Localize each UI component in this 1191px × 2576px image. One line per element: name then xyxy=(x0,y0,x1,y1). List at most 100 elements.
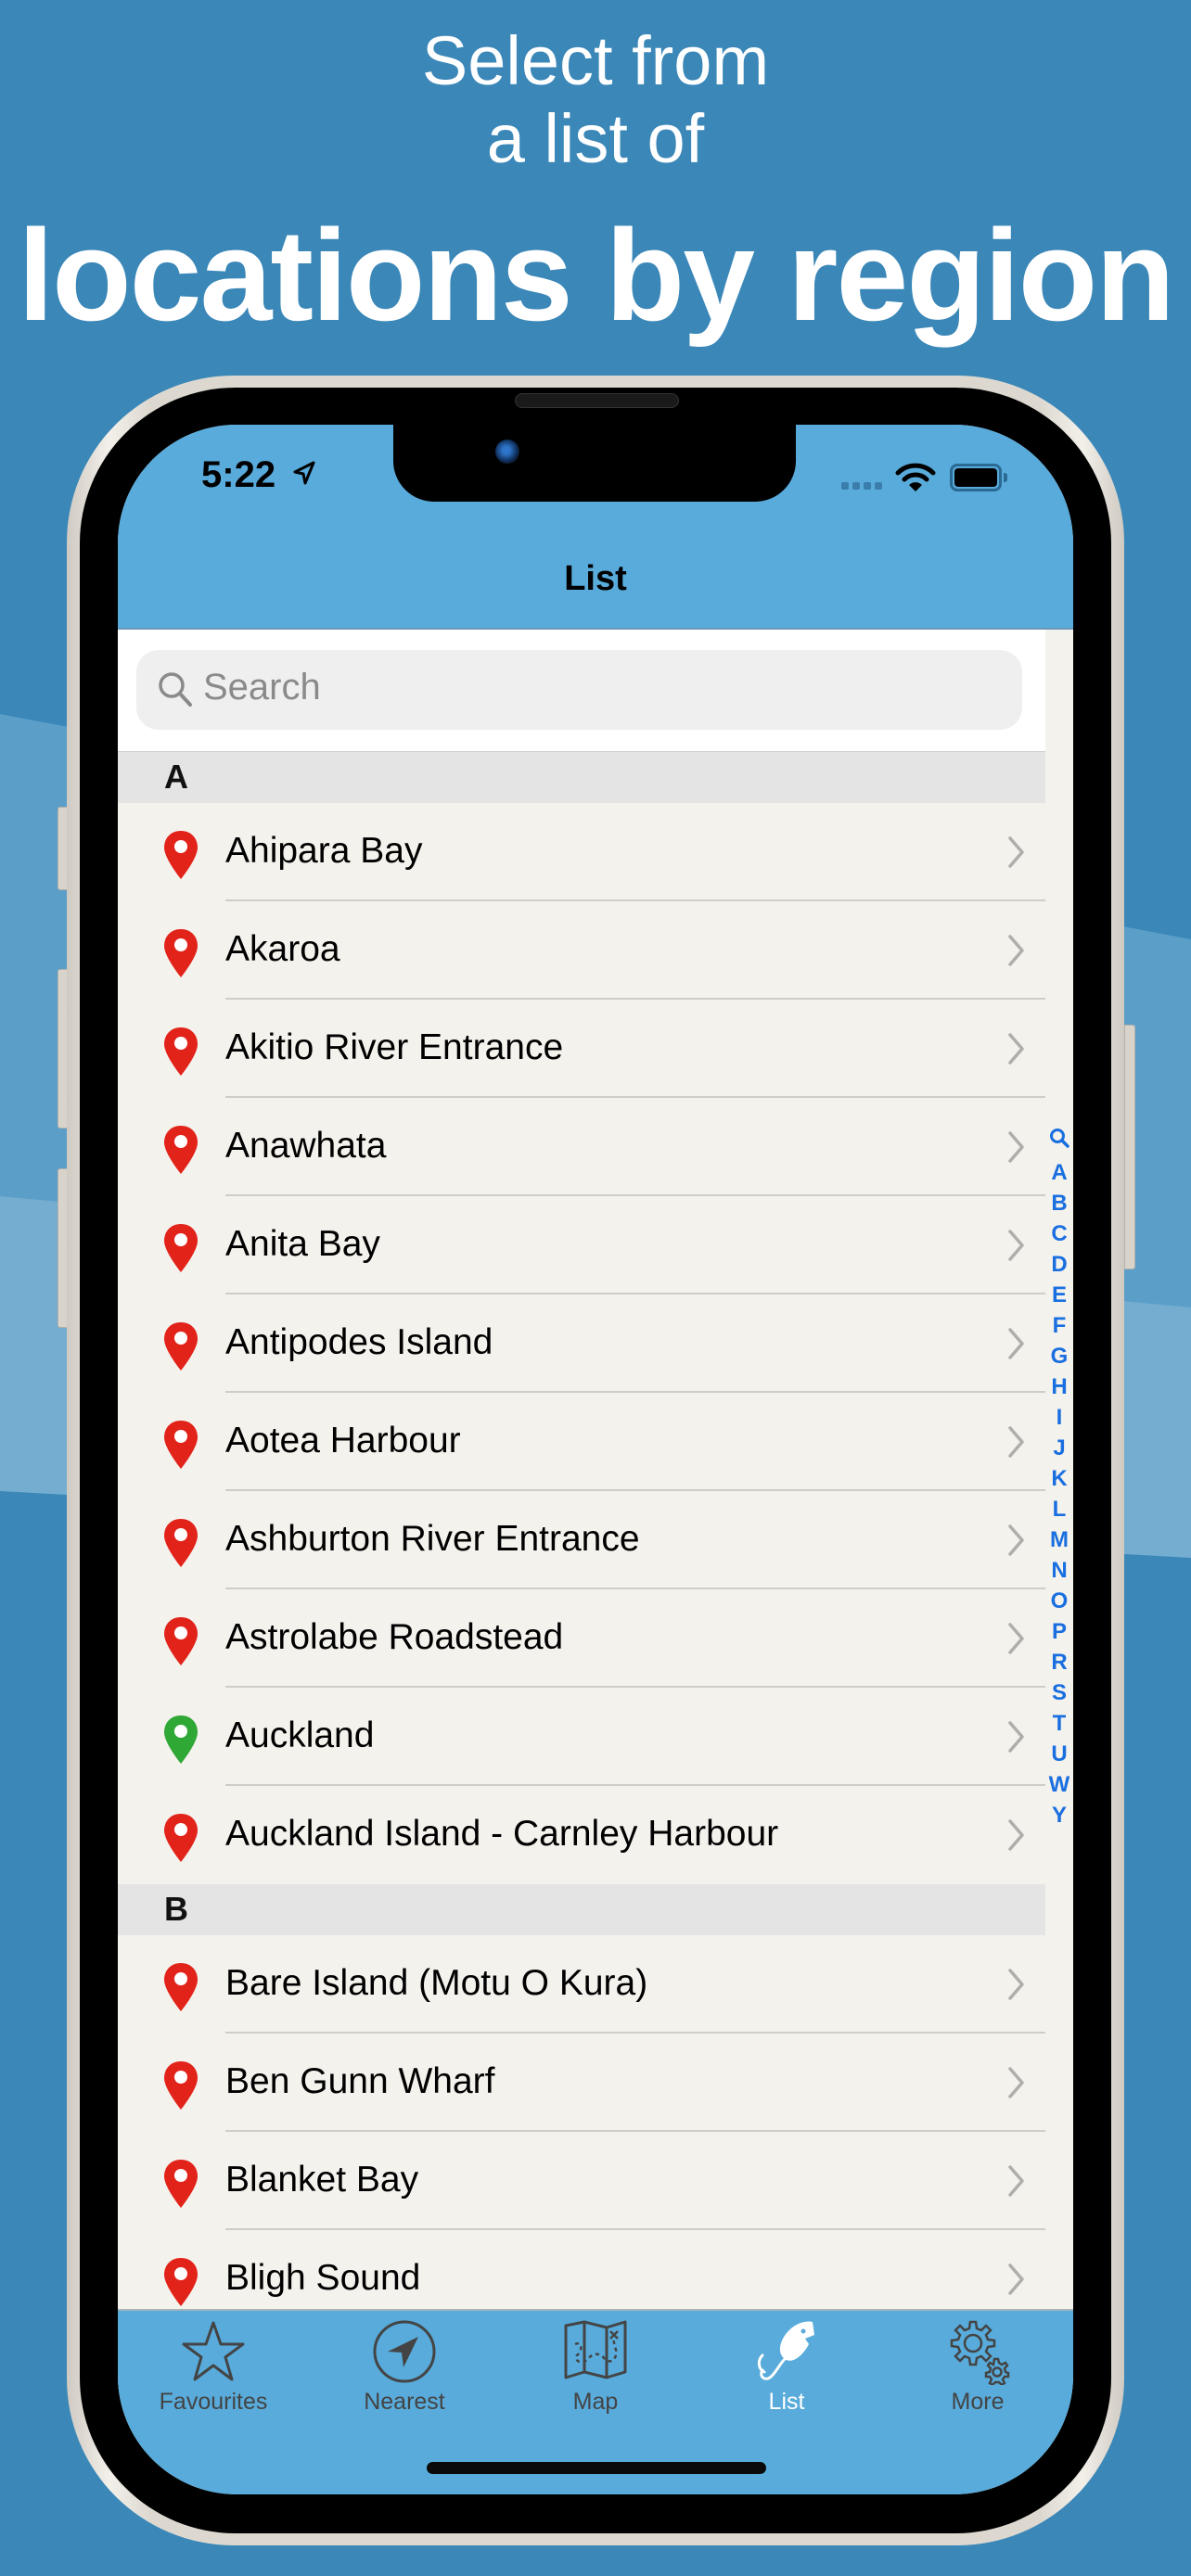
index-search-icon[interactable] xyxy=(1049,1127,1069,1157)
list-item[interactable]: Auckland Island - Carnley Harbour xyxy=(118,1786,1045,1884)
index-letter-u[interactable]: U xyxy=(1051,1739,1067,1769)
phone-screen: 5:22 List Search A Ahipara Bay Akaroa Akiti… xyxy=(118,425,1073,2494)
location-name: Ben Gunn Wharf xyxy=(225,2061,495,2101)
earpiece-speaker xyxy=(515,393,679,408)
index-letter-m[interactable]: M xyxy=(1050,1524,1069,1555)
map-pin-icon xyxy=(160,1419,201,1475)
index-letter-s[interactable]: S xyxy=(1052,1677,1067,1708)
list-item[interactable]: Ben Gunn Wharf xyxy=(118,2034,1045,2132)
location-name: Antipodes Island xyxy=(225,1322,493,1362)
locations-list[interactable]: A Ahipara Bay Akaroa Akitio River Entrance A… xyxy=(118,752,1045,2328)
index-letter-f[interactable]: F xyxy=(1053,1310,1067,1341)
tab-nearest[interactable]: Nearest xyxy=(309,2318,500,2439)
map-pin-icon xyxy=(160,1812,201,1868)
section-header-a: A xyxy=(118,752,1045,803)
navigation-arrow-icon xyxy=(309,2318,500,2385)
location-name: Anawhata xyxy=(225,1126,387,1166)
index-letter-p[interactable]: P xyxy=(1052,1616,1067,1647)
map-pin-icon xyxy=(160,1615,201,1672)
chevron-right-icon xyxy=(1006,1326,1027,1366)
map-pin-icon xyxy=(160,2256,201,2313)
chevron-right-icon xyxy=(1006,1129,1027,1169)
front-camera xyxy=(495,440,519,464)
status-time: 5:22 xyxy=(201,454,276,495)
list-item[interactable]: Akaroa xyxy=(118,901,1045,1000)
index-letter-o[interactable]: O xyxy=(1051,1586,1069,1616)
index-letter-g[interactable]: G xyxy=(1051,1341,1069,1371)
index-letter-t[interactable]: T xyxy=(1053,1708,1067,1739)
index-letter-n[interactable]: N xyxy=(1051,1555,1067,1586)
chevron-right-icon xyxy=(1006,2163,1027,2203)
map-pin-icon xyxy=(160,1517,201,1574)
map-pin-icon xyxy=(160,1961,201,2018)
chevron-right-icon xyxy=(1006,2262,1027,2302)
battery-tip xyxy=(1004,473,1007,482)
chevron-right-icon xyxy=(1006,1719,1027,1759)
fishing-lure-icon xyxy=(691,2318,882,2385)
list-item[interactable]: Antipodes Island xyxy=(118,1294,1045,1393)
map-icon xyxy=(500,2318,691,2385)
map-pin-icon xyxy=(160,1222,201,1279)
chevron-right-icon xyxy=(1006,1523,1027,1562)
index-letter-i[interactable]: I xyxy=(1057,1402,1063,1433)
notch xyxy=(393,425,796,502)
tab-label: Favourites xyxy=(159,2389,268,2415)
location-name: Ashburton River Entrance xyxy=(225,1519,640,1559)
list-item[interactable]: Anita Bay xyxy=(118,1196,1045,1294)
index-letter-j[interactable]: J xyxy=(1053,1433,1065,1463)
map-pin-icon xyxy=(160,2158,201,2214)
chevron-right-icon xyxy=(1006,933,1027,973)
map-pin-icon xyxy=(160,2060,201,2116)
home-indicator[interactable] xyxy=(427,2462,766,2474)
index-letter-a[interactable]: A xyxy=(1051,1157,1067,1188)
promo-line-1: Select from xyxy=(421,22,770,99)
star-icon xyxy=(118,2318,309,2385)
tab-favourites[interactable]: Favourites xyxy=(118,2318,309,2439)
location-name: Astrolabe Roadstead xyxy=(225,1617,564,1657)
list-item[interactable]: Bare Island (Motu O Kura) xyxy=(118,1935,1045,2034)
location-arrow-icon xyxy=(293,461,315,485)
index-letter-d[interactable]: D xyxy=(1051,1249,1067,1280)
list-item[interactable]: Ashburton River Entrance xyxy=(118,1491,1045,1589)
index-letter-e[interactable]: E xyxy=(1052,1280,1067,1310)
list-item[interactable]: Astrolabe Roadstead xyxy=(118,1589,1045,1688)
tab-label: Map xyxy=(572,2389,619,2415)
list-item[interactable]: Blanket Bay xyxy=(118,2132,1045,2230)
gears-icon xyxy=(882,2318,1073,2387)
tab-list[interactable]: List xyxy=(691,2318,882,2439)
list-item[interactable]: Ahipara Bay xyxy=(118,803,1045,901)
tab-more[interactable]: More xyxy=(882,2318,1073,2439)
index-letter-l[interactable]: L xyxy=(1053,1494,1067,1524)
tab-label: List xyxy=(768,2389,805,2415)
promo-line-2: a list of xyxy=(486,100,705,177)
index-letter-h[interactable]: H xyxy=(1051,1371,1067,1402)
index-letter-b[interactable]: B xyxy=(1051,1188,1067,1218)
list-item[interactable]: Anawhata xyxy=(118,1098,1045,1196)
search-bar: Search xyxy=(118,630,1045,753)
location-name: Aotea Harbour xyxy=(225,1421,461,1460)
page-title: List xyxy=(564,559,627,598)
location-name: Ahipara Bay xyxy=(225,831,423,871)
index-letter-w[interactable]: W xyxy=(1049,1769,1070,1800)
location-name: Bligh Sound xyxy=(225,2258,421,2298)
search-placeholder: Search xyxy=(203,667,321,708)
map-pin-icon xyxy=(160,1320,201,1377)
index-letter-y[interactable]: Y xyxy=(1052,1800,1067,1830)
list-item[interactable]: Akitio River Entrance xyxy=(118,1000,1045,1098)
list-item[interactable]: Aotea Harbour xyxy=(118,1393,1045,1491)
power-button xyxy=(1124,1025,1135,1269)
index-letter-k[interactable]: K xyxy=(1051,1463,1067,1494)
section-index[interactable]: ABCDEFGHIJKLMNOPRSTUWY xyxy=(1045,1127,1073,1830)
location-name: Akaroa xyxy=(225,929,340,969)
location-name: Anita Bay xyxy=(225,1224,380,1264)
search-input[interactable]: Search xyxy=(136,650,1022,730)
location-name: Auckland xyxy=(225,1715,375,1755)
index-letter-c[interactable]: C xyxy=(1051,1218,1067,1249)
index-letter-r[interactable]: R xyxy=(1051,1647,1067,1677)
battery-icon xyxy=(950,464,1002,491)
list-item[interactable]: Auckland xyxy=(118,1688,1045,1786)
section-header-b: B xyxy=(118,1884,1045,1935)
tab-map[interactable]: Map xyxy=(500,2318,691,2439)
map-pin-icon xyxy=(160,1026,201,1082)
cellular-signal-icon xyxy=(841,482,882,490)
